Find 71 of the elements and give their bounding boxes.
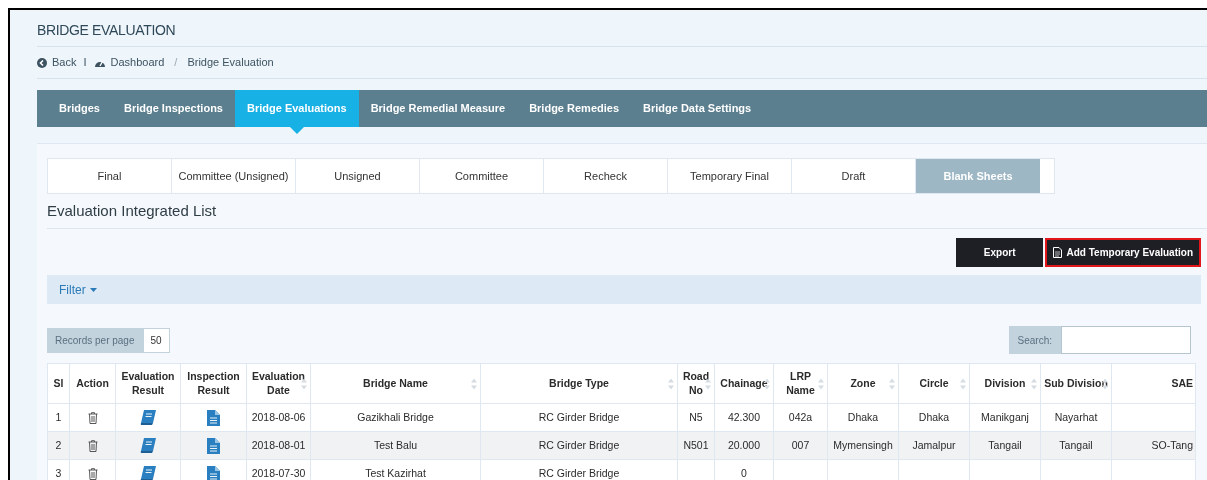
breadcrumb-separator: I bbox=[83, 55, 87, 71]
document-icon[interactable] bbox=[207, 465, 220, 480]
nav-tab[interactable]: Bridge Data Settings bbox=[631, 90, 764, 127]
list-title: Evaluation Integrated List bbox=[47, 194, 1207, 229]
table-cell: Test Kazirhat bbox=[365, 466, 426, 479]
table-cell: 007 bbox=[791, 438, 810, 451]
table-cell: SO-Tang bbox=[1151, 438, 1193, 451]
trash-icon[interactable] bbox=[87, 467, 98, 480]
document-icon[interactable] bbox=[207, 437, 220, 454]
table-cell: 2018-08-06 bbox=[251, 410, 306, 423]
sort-icon[interactable] bbox=[764, 378, 770, 389]
table-cell: Jamalpur bbox=[912, 438, 956, 451]
caret-icon bbox=[89, 287, 97, 292]
search-label: Search: bbox=[1016, 333, 1053, 348]
table-cell: 1 bbox=[55, 410, 62, 423]
records-per-page-value: 50 bbox=[142, 327, 170, 353]
back-link[interactable]: Back bbox=[52, 54, 77, 71]
table-cell: 0 bbox=[741, 466, 747, 479]
search-field[interactable] bbox=[1061, 326, 1191, 354]
nav-tab[interactable]: Bridges bbox=[47, 90, 112, 127]
table-cell: Test Balu bbox=[373, 438, 418, 451]
book-icon[interactable] bbox=[140, 466, 156, 480]
table-cell: Dhaka bbox=[918, 410, 950, 423]
table-cell: N501 bbox=[683, 438, 709, 451]
sort-icon[interactable] bbox=[1102, 378, 1108, 389]
filter-dropdown[interactable]: Filter bbox=[59, 280, 97, 299]
sort-icon[interactable] bbox=[705, 378, 711, 389]
export-button[interactable]: Export bbox=[955, 238, 1044, 267]
table-cell: 42.300 bbox=[727, 410, 761, 423]
table-cell: Dhaka bbox=[847, 410, 879, 423]
table-cell: 2018-08-01 bbox=[251, 438, 306, 451]
table-cell: Tangail bbox=[1059, 438, 1093, 451]
tab-pointer-icon bbox=[289, 127, 304, 134]
table-cell: RC Girder Bridge bbox=[538, 410, 620, 423]
search-control[interactable]: Search: bbox=[1008, 326, 1191, 354]
sub-tab[interactable]: Committee bbox=[420, 159, 544, 193]
table-cell: 3 bbox=[55, 466, 62, 479]
sub-tab[interactable]: Unsigned bbox=[296, 159, 420, 193]
table-cell: 2 bbox=[55, 438, 62, 451]
table-cell: 2018-07-30 bbox=[251, 466, 306, 479]
add-temporary-evaluation-button[interactable]: Add Temporary Evaluation bbox=[1045, 238, 1201, 267]
table-cell: Manikganj bbox=[981, 410, 1029, 423]
nav-tab[interactable]: Bridge Inspections bbox=[111, 90, 235, 127]
breadcrumb-separator: / bbox=[174, 55, 178, 71]
document-icon bbox=[1053, 247, 1063, 258]
table-cell: RC Girder Bridge bbox=[538, 438, 620, 451]
table-cell: Tangail bbox=[988, 438, 1022, 451]
table-cell: RC Girder Bridge bbox=[538, 466, 620, 479]
document-icon[interactable] bbox=[207, 409, 220, 426]
records-per-page-control[interactable]: Records per page 50 bbox=[47, 327, 170, 353]
nav-tab[interactable]: Bridge Remedies bbox=[517, 90, 631, 127]
sub-tab[interactable]: Final bbox=[48, 159, 172, 193]
breadcrumb-current: Bridge Evaluation bbox=[187, 55, 274, 71]
sub-tab[interactable]: Recheck bbox=[544, 159, 668, 193]
trash-icon[interactable] bbox=[87, 411, 98, 424]
table-cell: Mymensingh bbox=[833, 438, 893, 451]
table-cell: Nayarhat bbox=[1054, 410, 1098, 423]
book-icon[interactable] bbox=[140, 410, 156, 426]
back-icon[interactable] bbox=[37, 57, 47, 68]
table-cell: 042a bbox=[788, 410, 813, 423]
book-icon[interactable] bbox=[140, 438, 156, 454]
page-title: BRIDGE EVALUATION bbox=[37, 21, 177, 40]
records-per-page-label: Records per page bbox=[54, 333, 136, 348]
sub-tab[interactable]: Temporary Final bbox=[668, 159, 792, 193]
dashboard-link[interactable]: Dashboard bbox=[110, 54, 165, 71]
sub-tab[interactable]: Committee (Unsigned) bbox=[172, 159, 296, 193]
nav-tab[interactable]: Bridge Remedial Measure bbox=[358, 90, 518, 127]
table-cell: 20.000 bbox=[727, 438, 761, 451]
trash-icon[interactable] bbox=[87, 439, 98, 452]
table-cell: Gazikhali Bridge bbox=[357, 410, 434, 423]
table-cell: N5 bbox=[689, 410, 703, 423]
